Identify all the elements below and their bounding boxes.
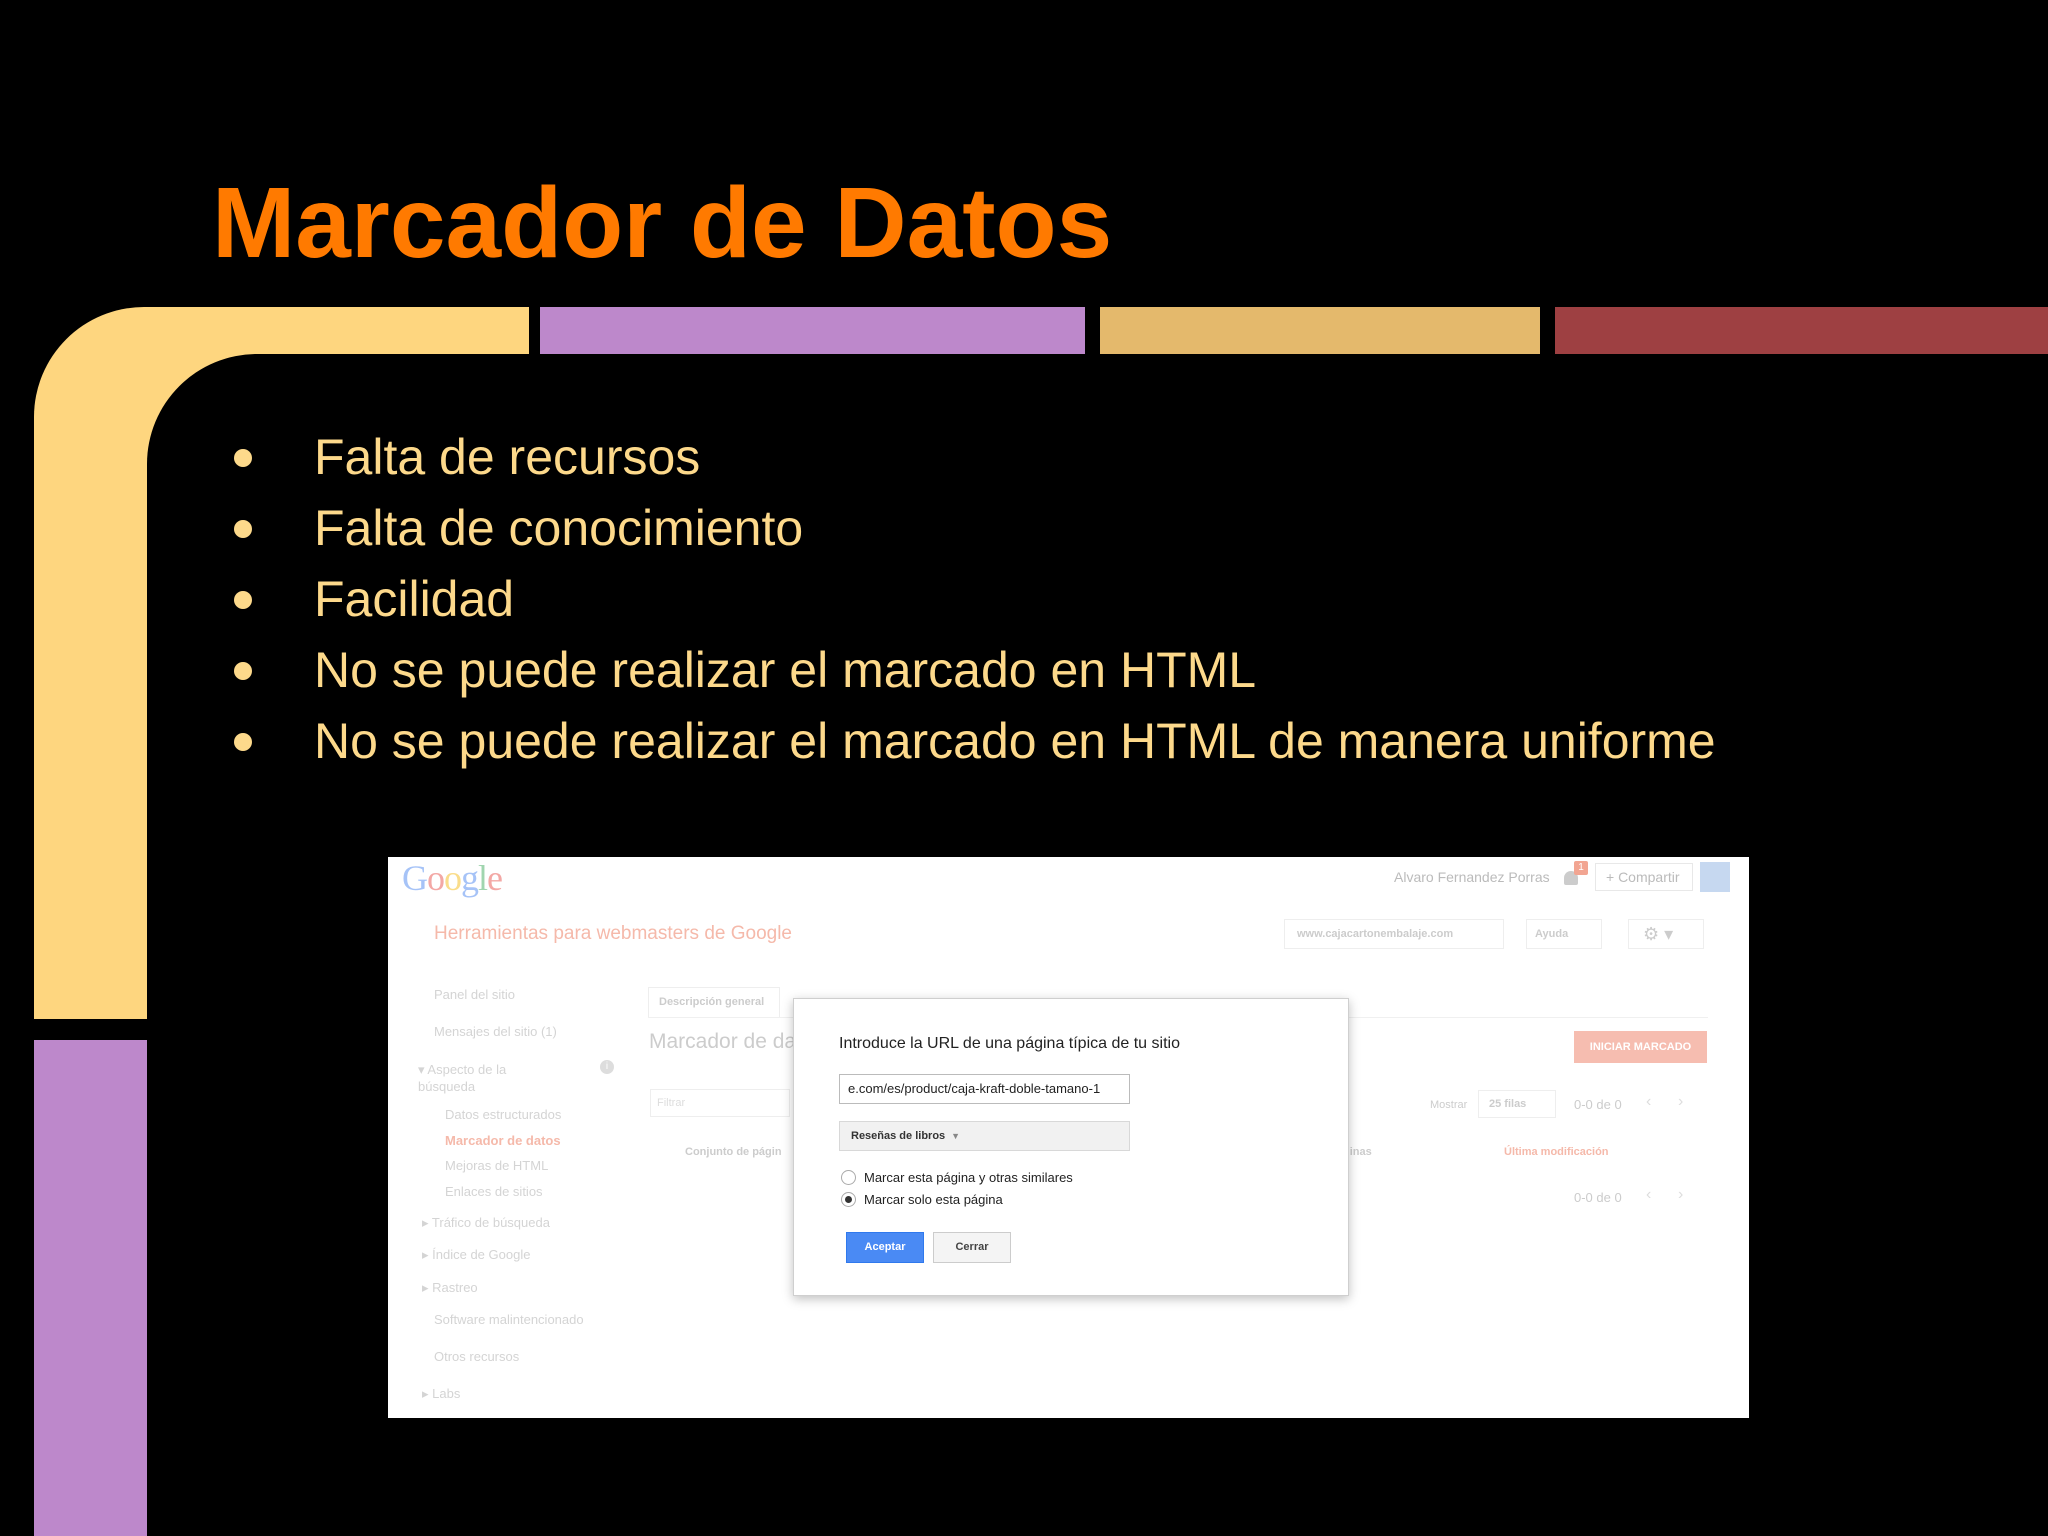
chevron-right-icon: ▸ <box>422 1215 432 1230</box>
bullet-text: Falta de conocimiento <box>314 500 804 556</box>
sidebar-item-malware[interactable]: Software malintencionado <box>434 1312 584 1327</box>
dialog-title: Introduce la URL de una página típica de… <box>839 1035 1180 1052</box>
decorative-red-bar <box>1555 307 2048 354</box>
url-input[interactable]: e.com/es/product/caja-kraft-doble-tamano… <box>839 1074 1130 1104</box>
top-bar: Google Alvaro Fernandez Porras 1 + Compa… <box>388 857 1749 899</box>
chevron-down-icon: ▼ <box>951 1131 961 1141</box>
bullet-item: No se puede realizar el marcado en HTML <box>230 635 1716 706</box>
site-selector[interactable]: www.cajacartonembalaje.com <box>1284 919 1504 949</box>
sidebar-item-other-resources[interactable]: Otros recursos <box>434 1349 519 1364</box>
sidebar-item-data-highlighter[interactable]: Marcador de datos <box>445 1133 561 1148</box>
accept-button[interactable]: Aceptar <box>846 1232 924 1263</box>
bullet-list: Falta de recursos Falta de conocimiento … <box>230 422 1716 777</box>
chevron-right-icon: ▸ <box>422 1280 433 1295</box>
app-title[interactable]: Herramientas para webmasters de Google <box>434 923 792 945</box>
bullet-dot-icon <box>234 733 252 751</box>
sidebar-item-sitelinks[interactable]: Enlaces de sitios <box>445 1184 543 1199</box>
pager-count-top: 0-0 de 0 <box>1574 1097 1622 1112</box>
embedded-screenshot: Google Alvaro Fernandez Porras 1 + Compa… <box>388 857 1749 1418</box>
radio-checked-icon[interactable] <box>841 1192 856 1207</box>
prev-page-icon[interactable]: ‹ <box>1646 1093 1651 1111</box>
sidebar-item-label: Rastreo <box>432 1280 478 1295</box>
sidebar-item-structured-data[interactable]: Datos estructurados <box>445 1107 561 1122</box>
sidebar-item-crawl[interactable]: ▸ Rastreo <box>422 1280 478 1296</box>
decorative-purple-strip <box>34 1040 147 1536</box>
bullet-dot-icon <box>234 520 252 538</box>
tab-overview[interactable]: Descripción general <box>648 987 780 1017</box>
google-logo: Google <box>402 858 503 898</box>
notification-badge: 1 <box>1574 861 1588 875</box>
content-type-label: Reseñas de libros <box>851 1130 946 1142</box>
bullet-text: Facilidad <box>314 571 515 627</box>
bullet-item: Falta de conocimiento <box>230 493 1716 564</box>
radio-unchecked-icon[interactable] <box>841 1170 856 1185</box>
bullet-dot-icon <box>234 449 252 467</box>
sidebar-item-label: Labs <box>432 1386 461 1401</box>
column-header-last-modified[interactable]: Última modificación <box>1504 1146 1609 1158</box>
radio-similar-pages[interactable]: Marcar esta página y otras similares <box>841 1170 1073 1185</box>
bullet-dot-icon <box>234 662 252 680</box>
decorative-gold-bar <box>1100 307 1540 354</box>
help-dropdown[interactable]: Ayuda <box>1526 919 1602 949</box>
sidebar-item-panel[interactable]: Panel del sitio <box>434 987 515 1002</box>
bullet-item: Facilidad <box>230 564 1716 635</box>
chevron-right-icon: ▸ <box>422 1386 433 1401</box>
filter-input[interactable]: Filtrar <box>650 1089 790 1117</box>
pager-count-bottom: 0-0 de 0 <box>1574 1190 1622 1205</box>
sidebar-item-search-appearance[interactable]: ▾ Aspecto de la búsqueda <box>418 1061 548 1095</box>
info-icon[interactable]: i <box>600 1060 614 1074</box>
share-button[interactable]: + Compartir <box>1595 863 1693 891</box>
sidebar-item-google-index[interactable]: ▸ Índice de Google <box>422 1247 530 1263</box>
sidebar-item-messages[interactable]: Mensajes del sitio (1) <box>434 1024 557 1039</box>
chevron-down-icon: ▾ <box>418 1062 428 1077</box>
notifications-bell-icon[interactable]: 1 <box>1564 861 1588 887</box>
radio-label: Marcar solo esta página <box>864 1192 1003 1207</box>
avatar[interactable] <box>1700 862 1730 892</box>
slide-title: Marcador de Datos <box>212 167 1113 279</box>
sidebar-item-html-improvements[interactable]: Mejoras de HTML <box>445 1158 548 1173</box>
bullet-text: No se puede realizar el marcado en HTML <box>314 642 1257 698</box>
sidebar-item-label: Tráfico de búsqueda <box>431 1215 550 1230</box>
rows-per-page-select[interactable]: 25 filas <box>1478 1090 1556 1118</box>
close-button[interactable]: Cerrar <box>933 1232 1011 1263</box>
bullet-dot-icon <box>234 591 252 609</box>
sidebar-item-search-traffic[interactable]: ▸ Tráfico de búsqueda <box>422 1215 550 1231</box>
next-page-icon[interactable]: › <box>1678 1186 1683 1204</box>
bullet-item: Falta de recursos <box>230 422 1716 493</box>
url-dialog: Introduce la URL de una página típica de… <box>793 998 1349 1296</box>
user-name[interactable]: Alvaro Fernandez Porras <box>1394 869 1550 885</box>
radio-label: Marcar esta página y otras similares <box>864 1170 1073 1185</box>
decorative-purple-bar <box>540 307 1085 354</box>
page-heading: Marcador de da <box>649 1030 797 1053</box>
next-page-icon[interactable]: › <box>1678 1093 1683 1111</box>
show-label: Mostrar <box>1430 1099 1468 1111</box>
chevron-right-icon: ▸ <box>422 1247 433 1262</box>
radio-only-this-page[interactable]: Marcar solo esta página <box>841 1192 1003 1207</box>
bullet-text: Falta de recursos <box>314 429 701 485</box>
content-type-select[interactable]: Reseñas de libros ▼ <box>839 1121 1130 1151</box>
gear-icon[interactable]: ⚙ ▾ <box>1628 919 1704 949</box>
sidebar-item-label: Índice de Google <box>432 1247 531 1262</box>
prev-page-icon[interactable]: ‹ <box>1646 1186 1651 1204</box>
start-highlighting-button[interactable]: INICIAR MARCADO <box>1574 1031 1707 1063</box>
sidebar-item-label: Aspecto de la búsqueda <box>418 1062 507 1094</box>
column-header-page-set[interactable]: Conjunto de págin <box>685 1146 782 1158</box>
bullet-item: No se puede realizar el marcado en HTML … <box>230 706 1716 777</box>
sidebar-item-labs[interactable]: ▸ Labs <box>422 1386 460 1402</box>
bullet-text: No se puede realizar el marcado en HTML … <box>314 713 1716 769</box>
